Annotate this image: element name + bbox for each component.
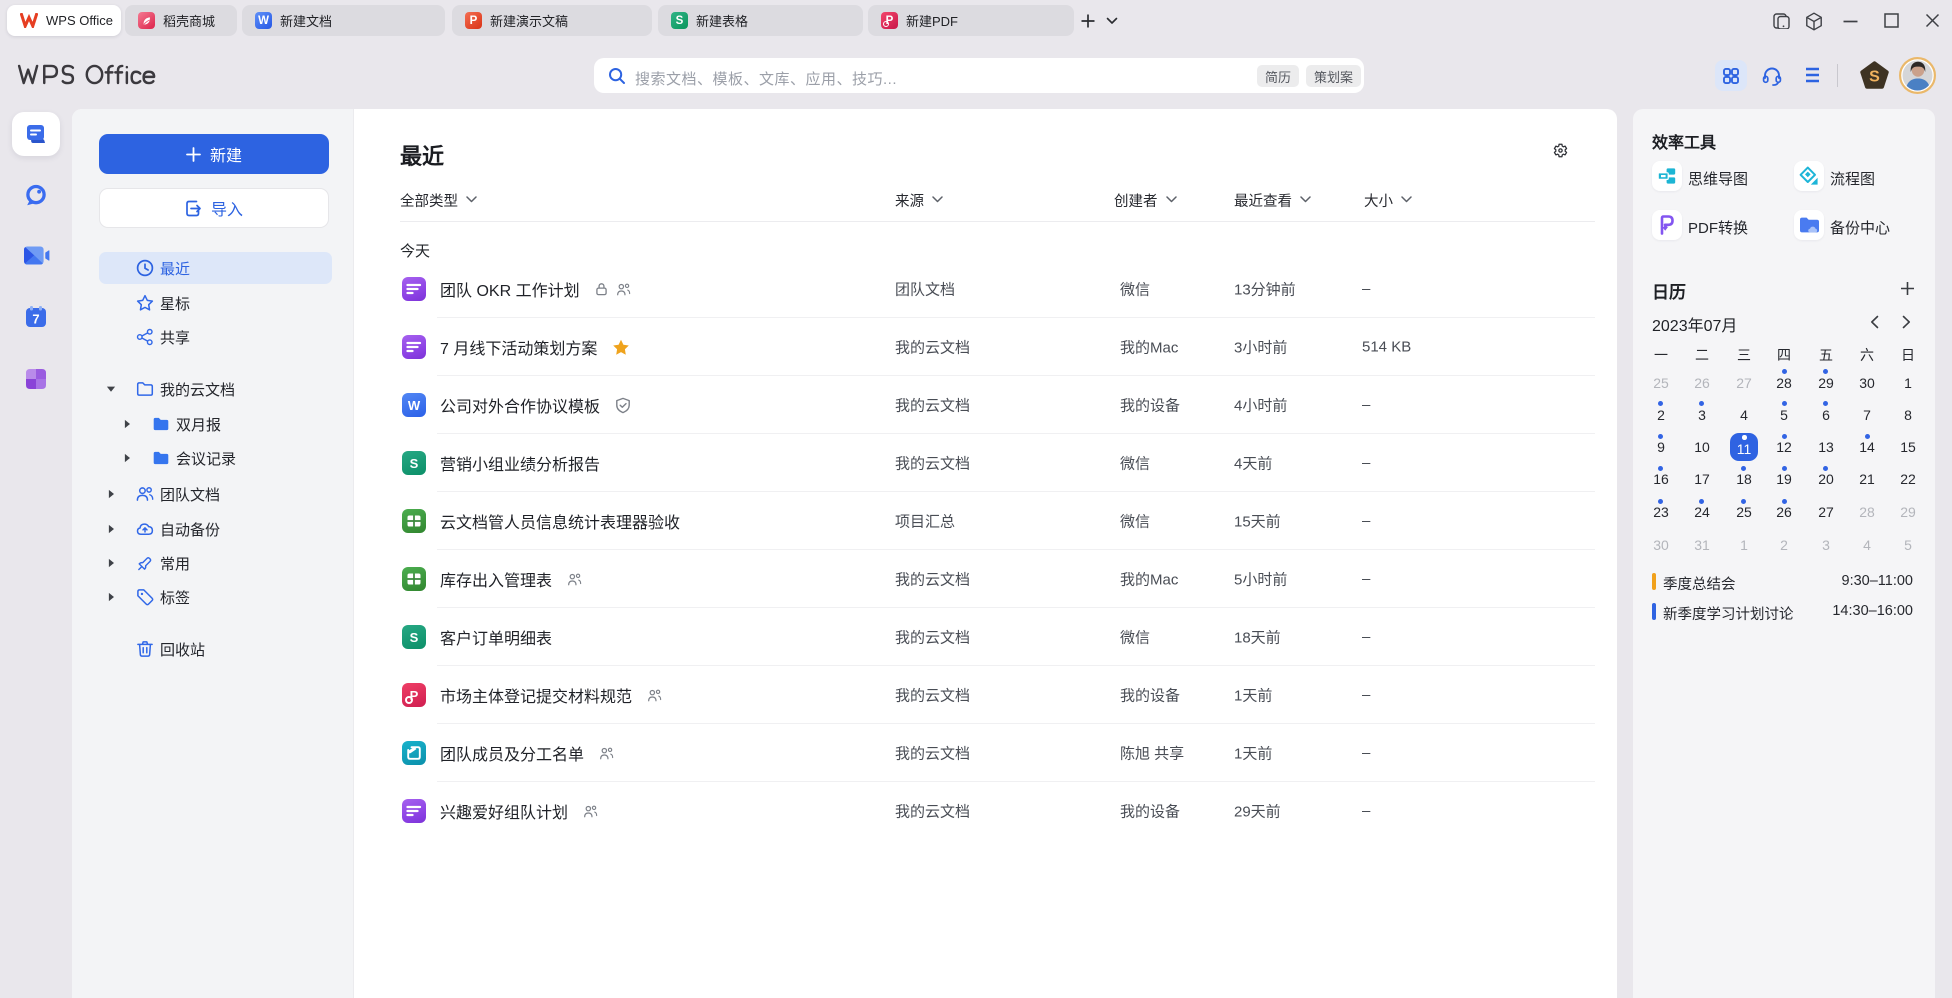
- svg-text:S: S: [1869, 69, 1880, 86]
- svg-text:7: 7: [32, 312, 39, 327]
